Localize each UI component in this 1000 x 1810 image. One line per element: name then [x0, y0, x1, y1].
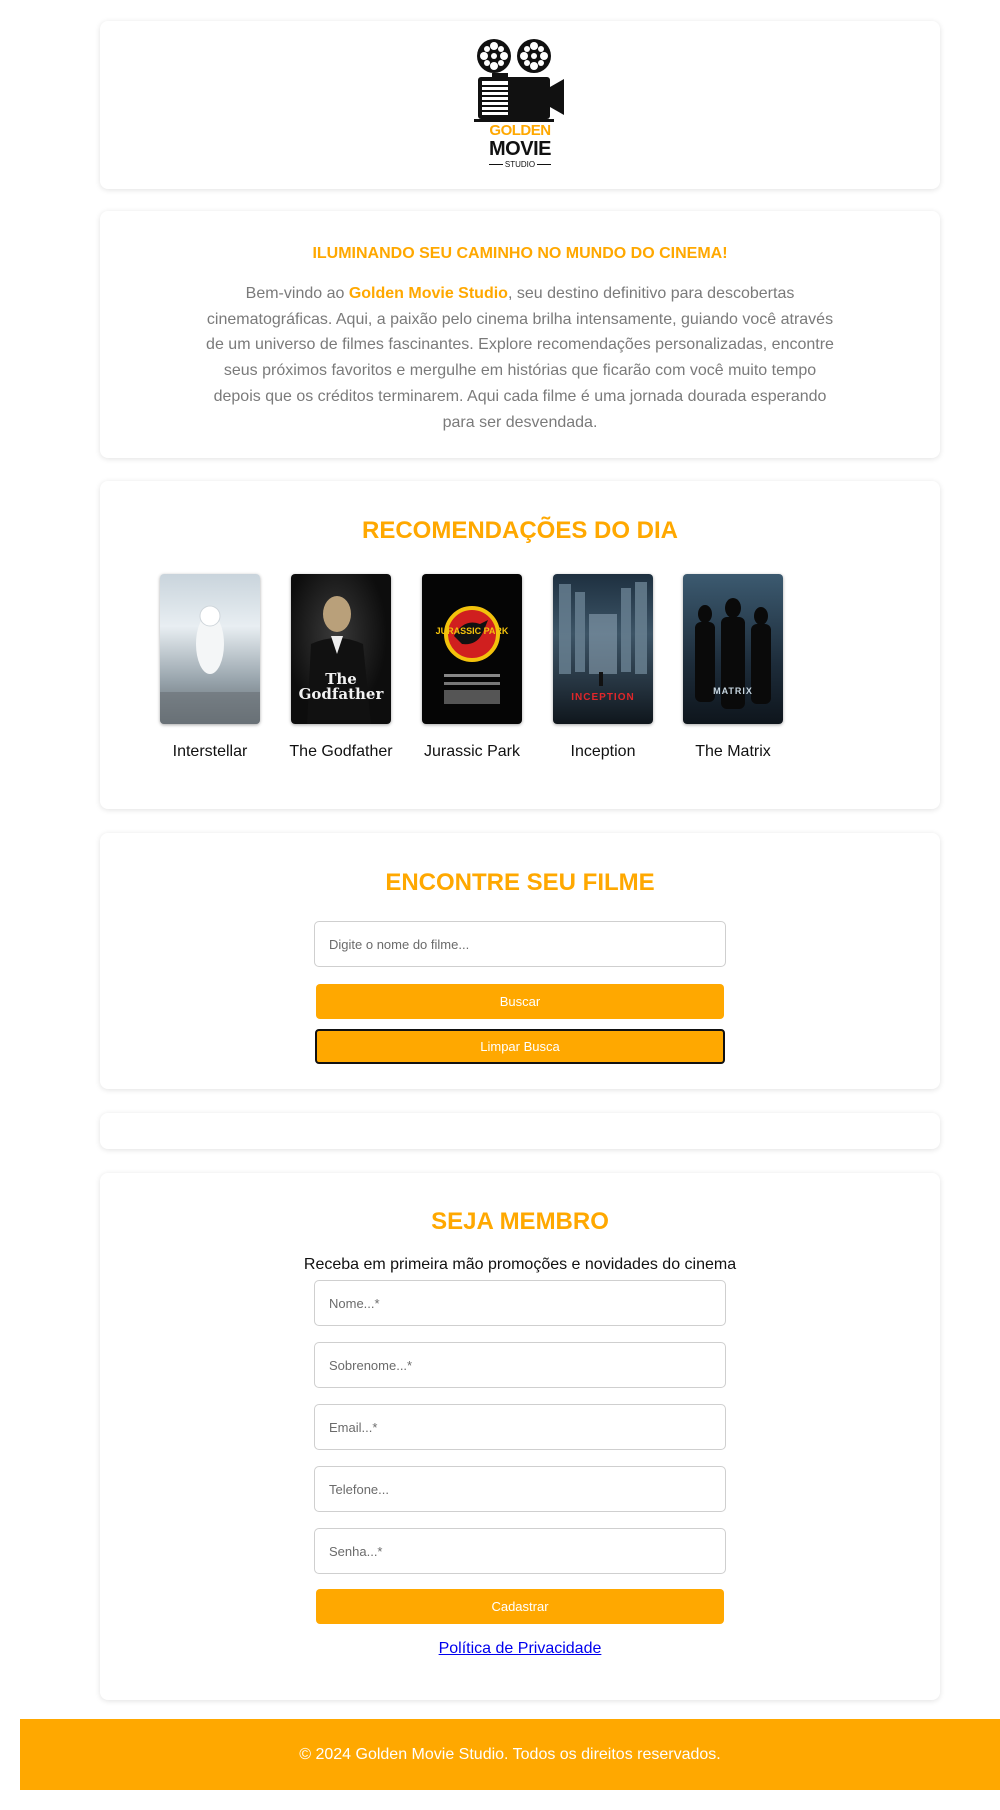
film-projector-icon [474, 39, 564, 122]
phone-field[interactable] [314, 1466, 726, 1512]
movie-card-jurassic-park[interactable]: JURASSIC PARK Jurassic Park [412, 574, 532, 761]
logo-text-movie: MOVIE [489, 138, 551, 160]
password-field[interactable] [314, 1528, 726, 1574]
first-name-field[interactable] [314, 1280, 726, 1326]
membership-subtitle: Receba em primeira mão promoções e novid… [303, 1256, 737, 1273]
logo-text-golden: GOLDEN [489, 122, 551, 139]
movie-search-input[interactable] [314, 921, 726, 967]
recommendations-title: RECOMENDAÇÕES DO DIA [361, 517, 679, 544]
membership-card: SEJA MEMBRO Receba em primeira mão promo… [100, 1173, 940, 1700]
last-name-field[interactable] [314, 1342, 726, 1388]
movie-card-inception[interactable]: INCEPTION Inception [543, 574, 663, 761]
email-field[interactable] [314, 1404, 726, 1450]
movie-title: Inception [570, 743, 636, 760]
clear-search-button[interactable]: Limpar Busca [315, 1029, 725, 1064]
footer-copyright: © 2024 Golden Movie Studio. Todos os dir… [299, 1745, 721, 1763]
movie-card-the-godfather[interactable]: The Godfather The Godfather [281, 574, 401, 761]
golden-movie-studio-logo: GOLDEN MOVIE STUDIO [474, 37, 566, 177]
movie-poster[interactable]: INCEPTION [553, 574, 653, 724]
recommendations-card: RECOMENDAÇÕES DO DIA Interstellar The Go… [100, 481, 940, 809]
movie-poster[interactable]: JURASSIC PARK [422, 574, 522, 724]
poster-title-text: INCEPTION [571, 692, 635, 703]
poster-title-text: JURASSIC PARK [435, 626, 509, 636]
movie-title: The Matrix [695, 743, 771, 760]
movie-card-the-matrix[interactable]: MATRIX The Matrix [673, 574, 793, 761]
movie-poster[interactable]: The Godfather [291, 574, 391, 724]
footer: © 2024 Golden Movie Studio. Todos os dir… [20, 1719, 1000, 1790]
privacy-link-wrapper: Política de Privacidade [100, 1640, 940, 1658]
movie-card-interstellar[interactable]: Interstellar [150, 574, 270, 761]
search-results-card [100, 1113, 940, 1149]
movie-poster[interactable]: MATRIX [683, 574, 783, 724]
register-button[interactable]: Cadastrar [316, 1589, 724, 1624]
movie-title: Interstellar [172, 743, 248, 760]
privacy-policy-link[interactable]: Política de Privacidade [439, 1640, 602, 1657]
search-title: ENCONTRE SEU FILME [385, 869, 655, 896]
poster-title-text: The Godfather [298, 670, 384, 703]
movie-poster[interactable] [160, 574, 260, 724]
search-button[interactable]: Buscar [316, 984, 724, 1019]
search-card: ENCONTRE SEU FILME Buscar Limpar Busca [100, 833, 940, 1089]
movie-title: Jurassic Park [423, 743, 521, 760]
header-card: GOLDEN MOVIE STUDIO [100, 21, 940, 189]
membership-title: SEJA MEMBRO [431, 1208, 609, 1235]
logo-text-studio: STUDIO [474, 160, 566, 170]
movie-title: The Godfather [289, 743, 393, 760]
poster-title-text: MATRIX [713, 686, 753, 696]
brand-name: Golden Movie Studio [348, 285, 508, 302]
intro-heading: ILUMINANDO SEU CAMINHO NO MUNDO DO CINEM… [312, 245, 728, 262]
intro-text: Bem-vindo ao Golden Movie Studio, seu de… [206, 285, 834, 431]
intro-card: ILUMINANDO SEU CAMINHO NO MUNDO DO CINEM… [100, 211, 940, 458]
